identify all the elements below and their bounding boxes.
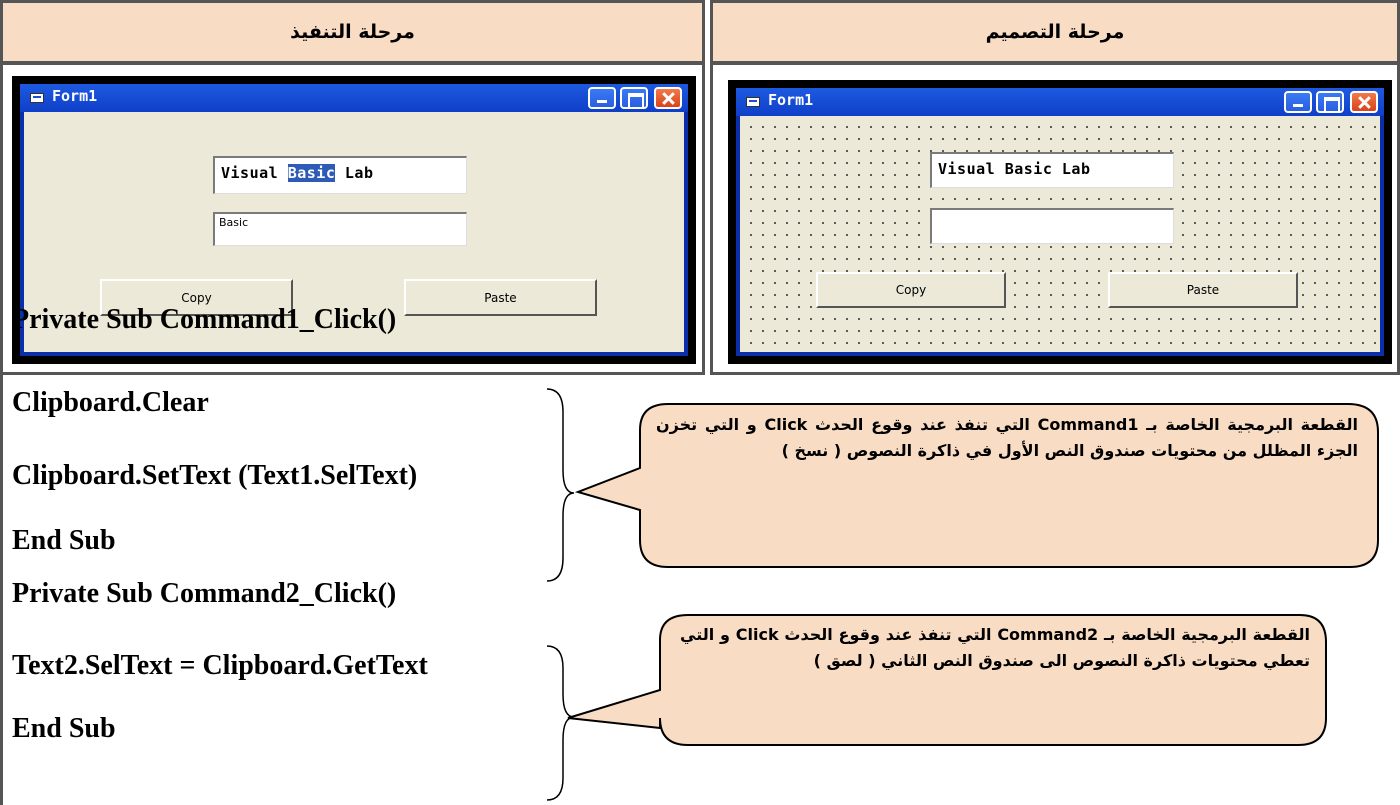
callout-text-2: القطعة البرمجية الخاصة بـ Command2 التي …	[680, 625, 1311, 670]
brace-1	[546, 388, 575, 582]
brace-2	[546, 645, 575, 801]
callout-text-1: القطعة البرمجية الخاصة بـ Command1 التي …	[656, 415, 1359, 460]
